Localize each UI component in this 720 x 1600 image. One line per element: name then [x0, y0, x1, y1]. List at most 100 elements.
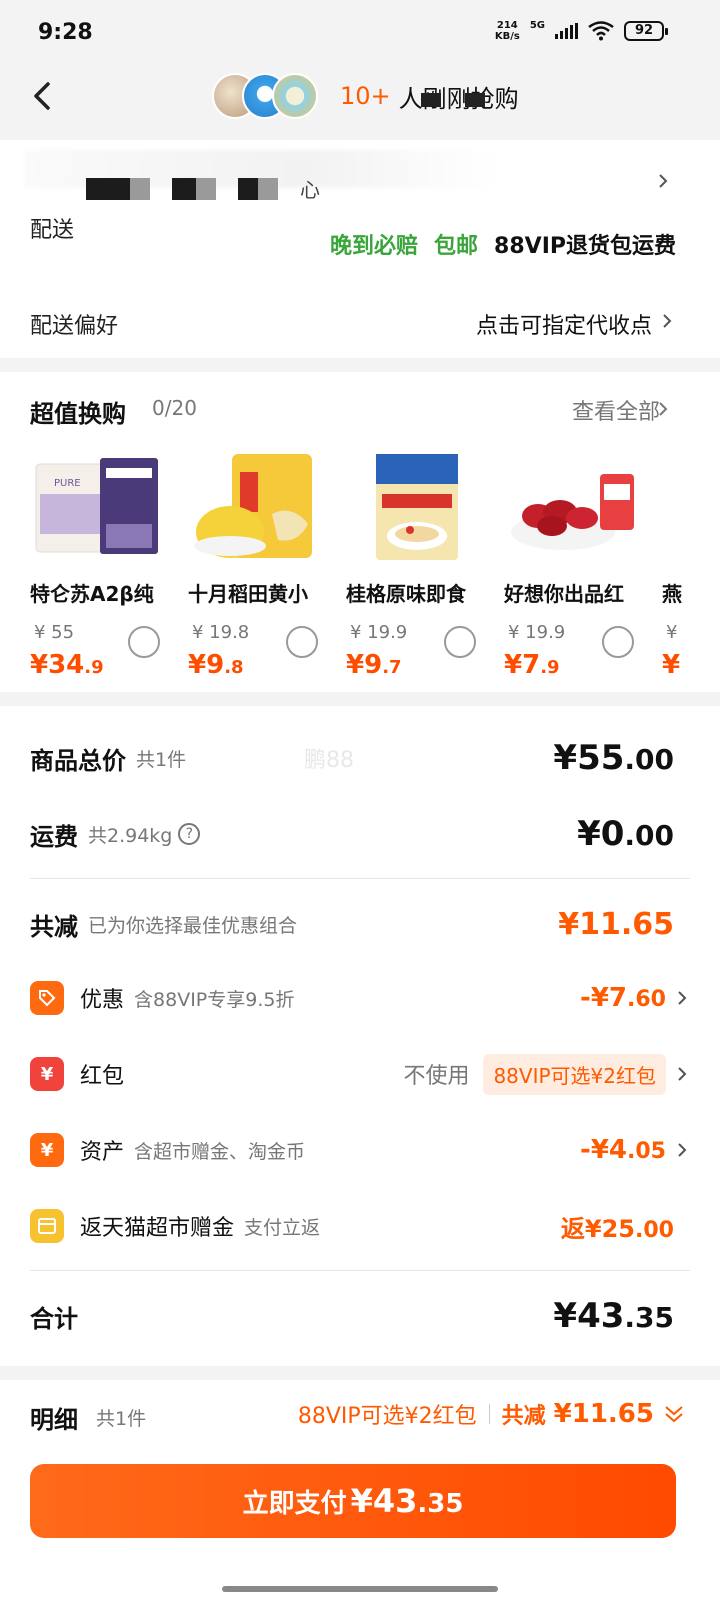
swap-count: 0/20: [152, 396, 197, 420]
redpacket-hint: 88VIP可选¥2红包: [297, 1404, 477, 1429]
gift-card-icon: [30, 1209, 64, 1243]
product-select-radio[interactable]: [602, 626, 634, 658]
product-name: 燕: [662, 582, 682, 606]
chevron-right-icon[interactable]: [658, 312, 676, 330]
detail-label[interactable]: 明细: [30, 1400, 78, 1435]
home-indicator[interactable]: [222, 1586, 498, 1592]
reduce-amount: ¥11.65: [558, 906, 674, 942]
product-original-price: ¥ 19.8: [192, 622, 250, 643]
product-price: ¥9.8: [188, 650, 244, 680]
delivery-pref-label: 配送偏好: [30, 314, 119, 339]
product-select-radio[interactable]: [128, 626, 160, 658]
redaction: [464, 92, 485, 107]
delivery-tags: 晚到必赔 包邮 88VIP退货包运费: [330, 228, 676, 260]
freight-row: 运费 共2.94kg ? ¥0.00: [30, 814, 690, 854]
product-card[interactable]: PURE 特仑苏A2β纯 ¥ 55 ¥34.9: [30, 454, 188, 684]
discount-amount: -¥7.60: [580, 983, 666, 1013]
swap-title: 超值换购: [30, 400, 126, 428]
redaction: [420, 92, 441, 107]
wifi-icon: [588, 21, 614, 41]
oatmeal-bag-image: [376, 454, 458, 560]
recent-buyers: 10+ 人刚刚抢购: [212, 68, 519, 124]
cashback-sub: 支付立返: [244, 1216, 321, 1239]
product-select-radio[interactable]: [286, 626, 318, 658]
product-card[interactable]: 好想你出品红 ¥ 19.9 ¥7.9: [504, 454, 662, 684]
redpacket-right: 不使用 88VIP可选¥2红包: [403, 1053, 690, 1095]
view-all-link[interactable]: 查看全部: [572, 394, 660, 426]
millet-bag-image: [194, 454, 312, 558]
summary-card: 商品总价 共1件 鹏88 ¥55.00 运费 共2.94kg ? ¥0.00 共…: [0, 706, 720, 1366]
redaction: [238, 177, 258, 200]
milk-box-image: PURE: [35, 458, 158, 554]
address-tail: 心: [300, 178, 320, 202]
tag-icon: [30, 981, 64, 1015]
discount-row[interactable]: 优惠 含88VIP专享9.5折 -¥7.60: [30, 978, 690, 1018]
product-select-radio[interactable]: [444, 626, 476, 658]
chevron-right-icon[interactable]: [654, 172, 672, 190]
product-card[interactable]: 燕 ¥ ¥: [662, 454, 702, 684]
divider: [30, 1270, 690, 1271]
product-price: ¥9.7: [346, 650, 402, 680]
battery-icon: 92: [624, 21, 668, 41]
svg-text:PURE: PURE: [54, 478, 81, 489]
delivery-pref-value[interactable]: 点击可指定代收点: [476, 308, 652, 340]
cashback-amount: 返¥25.00: [560, 1214, 674, 1243]
total-amount: ¥43.35: [553, 1296, 674, 1336]
reduce-sub: 已为你选择最佳优惠组合: [88, 914, 298, 937]
goods-total-row: 商品总价 共1件 鹏88 ¥55.00: [30, 738, 690, 778]
signal-icon: [555, 23, 578, 39]
chevron-right-icon[interactable]: [674, 1142, 690, 1158]
red-envelope-icon: ¥: [30, 1057, 64, 1091]
freight-label: 运费: [30, 822, 78, 851]
asset-label: 资产: [80, 1140, 125, 1165]
back-icon[interactable]: [24, 76, 64, 116]
product-price: ¥7.9: [504, 650, 560, 680]
divider: [488, 1404, 490, 1424]
product-card[interactable]: 十月稻田黄小 ¥ 19.8 ¥9.8: [188, 454, 346, 684]
goods-count: 共1件: [136, 748, 187, 771]
chevron-right-icon[interactable]: [674, 1066, 690, 1082]
address-line[interactable]: 心: [86, 174, 320, 203]
goods-total-amount: ¥55.00: [553, 738, 674, 778]
product-card[interactable]: 桂格原味即食 ¥ 19.9 ¥9.7: [346, 454, 504, 684]
buyer-count: 10+: [340, 82, 391, 110]
chevron-right-icon[interactable]: [654, 400, 672, 418]
free-shipping-tag: 包邮: [434, 234, 479, 259]
pay-now-button[interactable]: 立即支付 ¥43.35: [30, 1464, 676, 1538]
network-type: 5G: [529, 19, 545, 31]
status-time: 9:28: [38, 20, 93, 45]
cashback-label: 返天猫超市赠金: [80, 1216, 235, 1241]
total-label: 合计: [30, 1304, 78, 1333]
product-original-price: ¥ 55: [34, 622, 75, 643]
late-compensation-tag: 晚到必赔: [330, 234, 419, 259]
discount-label: 优惠: [80, 988, 125, 1013]
avatar: [272, 73, 318, 119]
redaction: [258, 177, 278, 200]
asset-row[interactable]: ¥ 资产 含超市赠金、淘金币 -¥4.05: [30, 1130, 690, 1170]
delivery-label: 配送: [30, 218, 75, 243]
redpacket-none: 不使用: [403, 1064, 470, 1089]
cashback-row: 返天猫超市赠金 支付立返 返¥25.00: [30, 1206, 690, 1246]
status-bar: 9:28 214 KB/s 5G 92: [0, 0, 720, 64]
return-shipping-tag: 88VIP退货包运费: [494, 234, 676, 259]
reduce-row: 共减 已为你选择最佳优惠组合 ¥11.65: [30, 904, 690, 944]
redpacket-row[interactable]: ¥ 红包 不使用 88VIP可选¥2红包: [30, 1053, 690, 1095]
product-price: ¥34.9: [30, 650, 104, 680]
redaction: [196, 177, 216, 200]
product-name: 桂格原味即食: [346, 582, 466, 606]
total-row: 合计 ¥43.35: [30, 1296, 690, 1336]
redpacket-badge[interactable]: 88VIP可选¥2红包: [483, 1053, 666, 1095]
detail-count: 共1件: [96, 1408, 147, 1430]
detail-summary[interactable]: 88VIP可选¥2红包 共减 ¥11.65: [298, 1398, 686, 1430]
help-icon[interactable]: ?: [178, 823, 201, 845]
product-original-price: ¥: [666, 622, 678, 643]
nav-bar: 10+ 人刚刚抢购: [0, 64, 720, 140]
buyer-text: 人刚刚抢购: [398, 84, 519, 113]
bottom-reduce-amount: ¥11.65: [553, 1399, 654, 1429]
delivery-card: 心 配送 晚到必赔 包邮 88VIP退货包运费 配送偏好 点击可指定代收点: [0, 140, 720, 358]
double-chevron-down-icon[interactable]: [662, 1403, 686, 1425]
product-original-price: ¥ 19.9: [350, 622, 408, 643]
redaction: [172, 177, 196, 200]
yen-icon: ¥: [30, 1133, 64, 1167]
chevron-right-icon[interactable]: [674, 990, 690, 1006]
